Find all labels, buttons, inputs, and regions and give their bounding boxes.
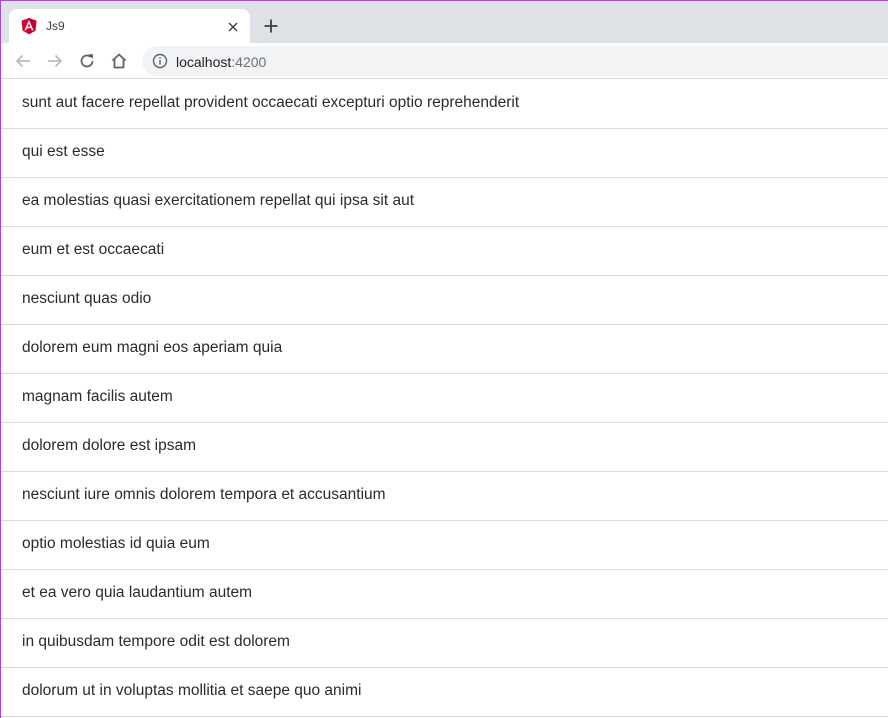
browser-tab[interactable]: Js9 <box>9 9 250 44</box>
list-item: qui est esse <box>1 129 888 178</box>
list-item: et ea vero quia laudantium autem <box>1 570 888 619</box>
list-item: nesciunt iure omnis dolorem tempora et a… <box>1 472 888 521</box>
list-item: optio molestias id quia eum <box>1 521 888 570</box>
tab-title: Js9 <box>46 19 65 33</box>
list-item: in quibusdam tempore odit est dolorem <box>1 619 888 668</box>
list-item: eum et est occaecati <box>1 227 888 276</box>
browser-toolbar: localhost:4200 <box>1 43 888 79</box>
tab-strip: Js9 <box>1 1 888 44</box>
forward-arrow-icon[interactable] <box>43 49 67 73</box>
reload-icon[interactable] <box>75 49 99 73</box>
url-port: :4200 <box>231 54 267 70</box>
back-arrow-icon[interactable] <box>11 49 35 73</box>
list-item: dolorem dolore est ipsam <box>1 423 888 472</box>
url-host: localhost <box>176 54 232 70</box>
url-text[interactable]: localhost:4200 <box>176 54 266 70</box>
angular-logo-icon <box>21 18 37 35</box>
list-item: ea molestias quasi exercitationem repell… <box>1 178 888 227</box>
address-bar[interactable]: localhost:4200 <box>142 46 888 76</box>
list-item: magnam facilis autem <box>1 374 888 423</box>
list-item: sunt aut facere repellat provident occae… <box>1 80 888 129</box>
info-icon[interactable] <box>152 53 168 69</box>
plus-icon[interactable] <box>260 15 282 37</box>
post-list: sunt aut facere repellat provident occae… <box>1 80 888 717</box>
home-icon[interactable] <box>107 49 131 73</box>
list-item: dolorem eum magni eos aperiam quia <box>1 325 888 374</box>
list-item: dolorum ut in voluptas mollitia et saepe… <box>1 668 888 717</box>
list-item: nesciunt quas odio <box>1 276 888 325</box>
close-icon[interactable] <box>223 17 243 37</box>
